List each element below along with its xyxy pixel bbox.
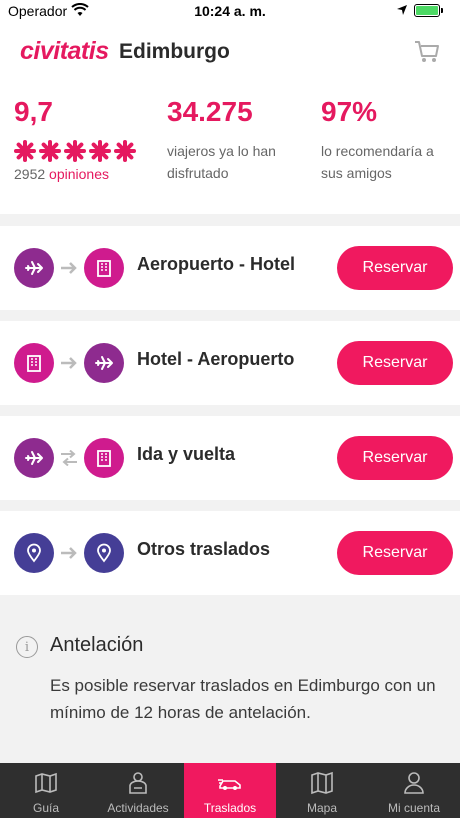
tab-actividades[interactable]: Actividades [92, 763, 184, 818]
location-arrow-icon [397, 5, 407, 15]
rating-stars [14, 140, 136, 162]
user-icon [404, 772, 424, 794]
battery-icon [414, 4, 440, 17]
tab-label: Mi cuenta [387, 801, 441, 815]
city-title: Edimburgo [119, 40, 230, 63]
location-pin-icon [14, 533, 54, 573]
arrow-right-icon [61, 547, 77, 559]
tab-label: Mapa [306, 801, 338, 815]
star-icon [64, 140, 86, 162]
info-title: Antelación [50, 634, 144, 656]
tab-label: Guía [32, 801, 59, 815]
tab-traslados[interactable]: Traslados [184, 763, 276, 818]
opinions-count: 2952 [14, 166, 46, 182]
tab-bar: Guía Actividades Traslados Mapa Mi cuent… [0, 763, 460, 818]
plane-icon [14, 248, 54, 288]
transfer-title: Aeropuerto - Hotel [137, 254, 296, 274]
civitatis-logo[interactable]: civitatis [20, 37, 109, 66]
tab-guia[interactable]: Guía [0, 763, 92, 818]
reserve-button[interactable]: Reservar [337, 531, 453, 575]
map-icon [311, 771, 333, 795]
transfer-row-hotel-airport[interactable]: Hotel - Aeropuerto Reservar [0, 321, 460, 405]
tab-mi-cuenta[interactable]: Mi cuenta [368, 763, 460, 818]
recommend-value: 97% [321, 96, 378, 127]
arrow-right-icon [61, 262, 77, 274]
transfer-title: Hotel - Aeropuerto [137, 349, 295, 369]
info-section: i Antelación Es posible reservar traslad… [0, 595, 460, 763]
battery-tip [441, 8, 443, 13]
car-icon [218, 779, 241, 790]
plane-icon [84, 343, 124, 383]
info-text: Es posible reservar traslados en Edimbur… [50, 676, 436, 722]
travelers-value: 34.275 [167, 96, 253, 127]
clock: 10:24 a. m. [194, 3, 266, 19]
plane-icon [14, 438, 54, 478]
recommend-text: lo recomendaría a sus amigos [321, 143, 434, 181]
reserve-button[interactable]: Reservar [337, 246, 453, 290]
rating-value: 9,7 [14, 96, 53, 127]
app-header: civitatis Edimburgo [0, 24, 460, 84]
transfer-row-other[interactable]: Otros traslados Reservar [0, 511, 460, 595]
info-icon: i [16, 636, 38, 658]
transfer-row-airport-hotel[interactable]: Aeropuerto - Hotel Reservar [0, 226, 460, 310]
transfer-title: Ida y vuelta [137, 444, 236, 464]
hotel-icon [84, 248, 124, 288]
transfer-row-round-trip[interactable]: Ida y vuelta Reservar [0, 416, 460, 500]
hotel-icon [84, 438, 124, 478]
location-pin-icon [84, 533, 124, 573]
opinions-line: 2952 opiniones [14, 166, 136, 182]
tab-mapa[interactable]: Mapa [276, 763, 368, 818]
cart-icon[interactable] [414, 40, 440, 64]
recommend-block: 97% lo recomendaría a sus amigos [321, 96, 451, 184]
stats-section: 9,7 2952 opiniones 34.275 viajeros ya lo… [0, 96, 460, 208]
person-icon [129, 772, 147, 794]
reserve-button[interactable]: Reservar [337, 436, 453, 480]
tab-label: Actividades [107, 801, 169, 815]
rating-block: 9,7 2952 opiniones [14, 96, 136, 182]
arrow-right-icon [61, 357, 77, 369]
map-pin-icon [35, 772, 57, 794]
hotel-icon [14, 343, 54, 383]
transfer-title: Otros traslados [137, 539, 271, 559]
status-bar: Operador 10:24 a. m. [0, 0, 460, 24]
opinions-link[interactable]: opiniones [49, 166, 109, 182]
star-icon [114, 140, 136, 162]
star-icon [14, 140, 36, 162]
reserve-button[interactable]: Reservar [337, 341, 453, 385]
star-icon [39, 140, 61, 162]
tab-label: Traslados [203, 801, 257, 815]
swap-arrows-icon [61, 450, 77, 466]
travelers-text: viajeros ya lo han disfrutado [167, 143, 276, 181]
star-icon [89, 140, 111, 162]
travelers-block: 34.275 viajeros ya lo han disfrutado [167, 96, 297, 184]
